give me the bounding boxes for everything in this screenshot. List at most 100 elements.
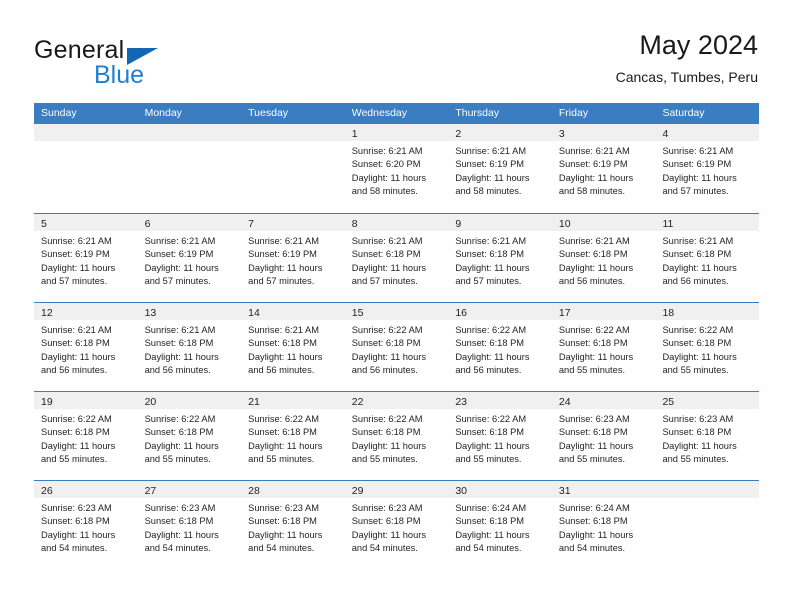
sunset-text: Sunset: 6:19 PM xyxy=(455,159,525,170)
day-cell[interactable]: 16 Sunrise: 6:22 AM Sunset: 6:18 PM Dayl… xyxy=(448,303,552,391)
daylight-text-line1: Daylight: 11 hours xyxy=(41,351,116,362)
sunset-text: Sunset: 6:18 PM xyxy=(351,338,421,349)
daylight-text-line2: and 57 minutes. xyxy=(144,276,211,287)
day-info: Sunrise: 6:22 AM Sunset: 6:18 PM Dayligh… xyxy=(448,409,552,467)
day-cell[interactable]: 11 Sunrise: 6:21 AM Sunset: 6:18 PM Dayl… xyxy=(655,214,760,302)
daylight-text-line2: and 55 minutes. xyxy=(558,365,626,376)
daylight-text-line2: and 54 minutes. xyxy=(144,543,211,554)
page-title: May 2024 xyxy=(639,30,758,60)
day-cell[interactable]: 4 Sunrise: 6:21 AM Sunset: 6:19 PM Dayli… xyxy=(655,124,760,213)
weekday-header-wednesday: Wednesday xyxy=(351,107,407,119)
day-cell[interactable]: 22 Sunrise: 6:22 AM Sunset: 6:18 PM Dayl… xyxy=(344,392,449,480)
day-number-band: 2 xyxy=(448,124,552,141)
sunset-text: Sunset: 6:18 PM xyxy=(558,516,628,527)
daylight-text-line1: Daylight: 11 hours xyxy=(248,351,323,362)
sunset-text: Sunset: 6:18 PM xyxy=(351,249,421,260)
title-block: May 2024 Cancas, Tumbes, Peru xyxy=(616,28,758,88)
sunset-text: Sunset: 6:18 PM xyxy=(455,338,525,349)
day-cell[interactable]: 23 Sunrise: 6:22 AM Sunset: 6:18 PM Dayl… xyxy=(448,392,552,480)
day-info: Sunrise: 6:22 AM Sunset: 6:18 PM Dayligh… xyxy=(345,409,449,467)
day-cell[interactable]: 29 Sunrise: 6:23 AM Sunset: 6:18 PM Dayl… xyxy=(344,481,449,569)
day-cell[interactable]: 17 Sunrise: 6:22 AM Sunset: 6:18 PM Dayl… xyxy=(551,303,656,391)
day-number-band: 1 xyxy=(344,124,449,141)
day-cell[interactable]: 30 Sunrise: 6:24 AM Sunset: 6:18 PM Dayl… xyxy=(448,481,552,569)
day-number: 27 xyxy=(144,485,157,497)
day-cell[interactable]: 31 Sunrise: 6:24 AM Sunset: 6:18 PM Dayl… xyxy=(551,481,656,569)
day-number: 7 xyxy=(248,218,254,230)
day-cell[interactable]: 27 Sunrise: 6:23 AM Sunset: 6:18 PM Dayl… xyxy=(137,481,242,569)
sunrise-text: Sunrise: 6:21 AM xyxy=(41,236,112,246)
day-cell[interactable] xyxy=(137,124,242,213)
day-info: Sunrise: 6:22 AM Sunset: 6:18 PM Dayligh… xyxy=(345,320,449,378)
daylight-text-line2: and 55 minutes. xyxy=(41,454,108,465)
daylight-text-line1: Daylight: 11 hours xyxy=(662,262,737,273)
sunrise-text: Sunrise: 6:24 AM xyxy=(558,503,630,513)
day-cell[interactable]: 6 Sunrise: 6:21 AM Sunset: 6:19 PM Dayli… xyxy=(137,214,242,302)
day-cell[interactable]: 21 Sunrise: 6:22 AM Sunset: 6:18 PM Dayl… xyxy=(241,392,345,480)
day-cell[interactable]: 25 Sunrise: 6:23 AM Sunset: 6:18 PM Dayl… xyxy=(655,392,760,480)
day-info: Sunrise: 6:22 AM Sunset: 6:18 PM Dayligh… xyxy=(655,320,759,378)
day-info: Sunrise: 6:23 AM Sunset: 6:18 PM Dayligh… xyxy=(34,498,138,556)
weekday-header-saturday: Saturday xyxy=(662,107,705,119)
day-info: Sunrise: 6:23 AM Sunset: 6:18 PM Dayligh… xyxy=(241,498,345,556)
day-number-band xyxy=(241,124,345,141)
day-number-band: 3 xyxy=(551,124,656,141)
day-number: 18 xyxy=(662,307,675,319)
day-info: Sunrise: 6:21 AM Sunset: 6:18 PM Dayligh… xyxy=(552,231,656,289)
daylight-text-line2: and 55 minutes. xyxy=(455,454,522,465)
day-cell[interactable]: 7 Sunrise: 6:21 AM Sunset: 6:19 PM Dayli… xyxy=(241,214,345,302)
day-cell[interactable]: 26 Sunrise: 6:23 AM Sunset: 6:18 PM Dayl… xyxy=(34,481,138,569)
day-number-band: 29 xyxy=(344,481,449,498)
day-cell[interactable]: 5 Sunrise: 6:21 AM Sunset: 6:19 PM Dayli… xyxy=(34,214,138,302)
daylight-text-line2: and 55 minutes. xyxy=(351,454,418,465)
day-cell[interactable]: 19 Sunrise: 6:22 AM Sunset: 6:18 PM Dayl… xyxy=(34,392,138,480)
sunset-text: Sunset: 6:18 PM xyxy=(144,427,214,438)
daylight-text-line2: and 56 minutes. xyxy=(41,365,108,376)
day-cell[interactable]: 28 Sunrise: 6:23 AM Sunset: 6:18 PM Dayl… xyxy=(241,481,345,569)
day-cell[interactable]: 15 Sunrise: 6:22 AM Sunset: 6:18 PM Dayl… xyxy=(344,303,449,391)
day-info: Sunrise: 6:21 AM Sunset: 6:18 PM Dayligh… xyxy=(34,320,138,378)
day-cell[interactable]: 1 Sunrise: 6:21 AM Sunset: 6:20 PM Dayli… xyxy=(344,124,449,213)
day-number-band: 20 xyxy=(137,392,242,409)
day-number-band: 26 xyxy=(34,481,138,498)
weekday-header-friday: Friday xyxy=(558,107,589,119)
general-blue-logo[interactable]: General Blue xyxy=(34,36,274,92)
day-number: 5 xyxy=(41,218,47,230)
sunrise-text: Sunrise: 6:23 AM xyxy=(558,414,630,424)
day-cell[interactable]: 12 Sunrise: 6:21 AM Sunset: 6:18 PM Dayl… xyxy=(34,303,138,391)
day-info: Sunrise: 6:21 AM Sunset: 6:19 PM Dayligh… xyxy=(655,141,759,199)
sunset-text: Sunset: 6:19 PM xyxy=(662,159,732,170)
day-cell[interactable] xyxy=(34,124,138,213)
day-number-band: 4 xyxy=(655,124,760,141)
day-cell[interactable]: 9 Sunrise: 6:21 AM Sunset: 6:18 PM Dayli… xyxy=(448,214,552,302)
day-cell[interactable]: 3 Sunrise: 6:21 AM Sunset: 6:19 PM Dayli… xyxy=(551,124,656,213)
day-number-band xyxy=(655,481,760,498)
day-info: Sunrise: 6:21 AM Sunset: 6:19 PM Dayligh… xyxy=(552,141,656,199)
sunrise-text: Sunrise: 6:23 AM xyxy=(662,414,734,424)
daylight-text-line1: Daylight: 11 hours xyxy=(455,262,530,273)
daylight-text-line1: Daylight: 11 hours xyxy=(144,262,219,273)
day-cell[interactable] xyxy=(655,481,760,569)
day-cell[interactable] xyxy=(241,124,345,213)
sunset-text: Sunset: 6:19 PM xyxy=(144,249,214,260)
logo-text-blue: Blue xyxy=(94,61,145,89)
day-info: Sunrise: 6:24 AM Sunset: 6:18 PM Dayligh… xyxy=(552,498,656,556)
day-cell[interactable]: 10 Sunrise: 6:21 AM Sunset: 6:18 PM Dayl… xyxy=(551,214,656,302)
day-cell[interactable]: 8 Sunrise: 6:21 AM Sunset: 6:18 PM Dayli… xyxy=(344,214,449,302)
daylight-text-line2: and 56 minutes. xyxy=(558,276,626,287)
day-cell[interactable]: 20 Sunrise: 6:22 AM Sunset: 6:18 PM Dayl… xyxy=(137,392,242,480)
sunset-text: Sunset: 6:18 PM xyxy=(41,338,110,349)
week-row: 26 Sunrise: 6:23 AM Sunset: 6:18 PM Dayl… xyxy=(34,480,760,569)
day-number: 6 xyxy=(144,218,151,230)
daylight-text-line1: Daylight: 11 hours xyxy=(662,172,737,183)
day-cell[interactable]: 2 Sunrise: 6:21 AM Sunset: 6:19 PM Dayli… xyxy=(448,124,552,213)
daylight-text-line2: and 55 minutes. xyxy=(248,454,315,465)
day-cell[interactable]: 18 Sunrise: 6:22 AM Sunset: 6:18 PM Dayl… xyxy=(655,303,760,391)
weekday-header-row: Sunday Monday Tuesday Wednesday Thursday… xyxy=(34,103,759,124)
day-info: Sunrise: 6:23 AM Sunset: 6:18 PM Dayligh… xyxy=(655,409,759,467)
sunrise-text: Sunrise: 6:23 AM xyxy=(41,503,112,513)
sunrise-text: Sunrise: 6:23 AM xyxy=(144,503,216,513)
day-cell[interactable]: 14 Sunrise: 6:21 AM Sunset: 6:18 PM Dayl… xyxy=(241,303,345,391)
day-cell[interactable]: 13 Sunrise: 6:21 AM Sunset: 6:18 PM Dayl… xyxy=(137,303,242,391)
day-cell[interactable]: 24 Sunrise: 6:23 AM Sunset: 6:18 PM Dayl… xyxy=(551,392,656,480)
